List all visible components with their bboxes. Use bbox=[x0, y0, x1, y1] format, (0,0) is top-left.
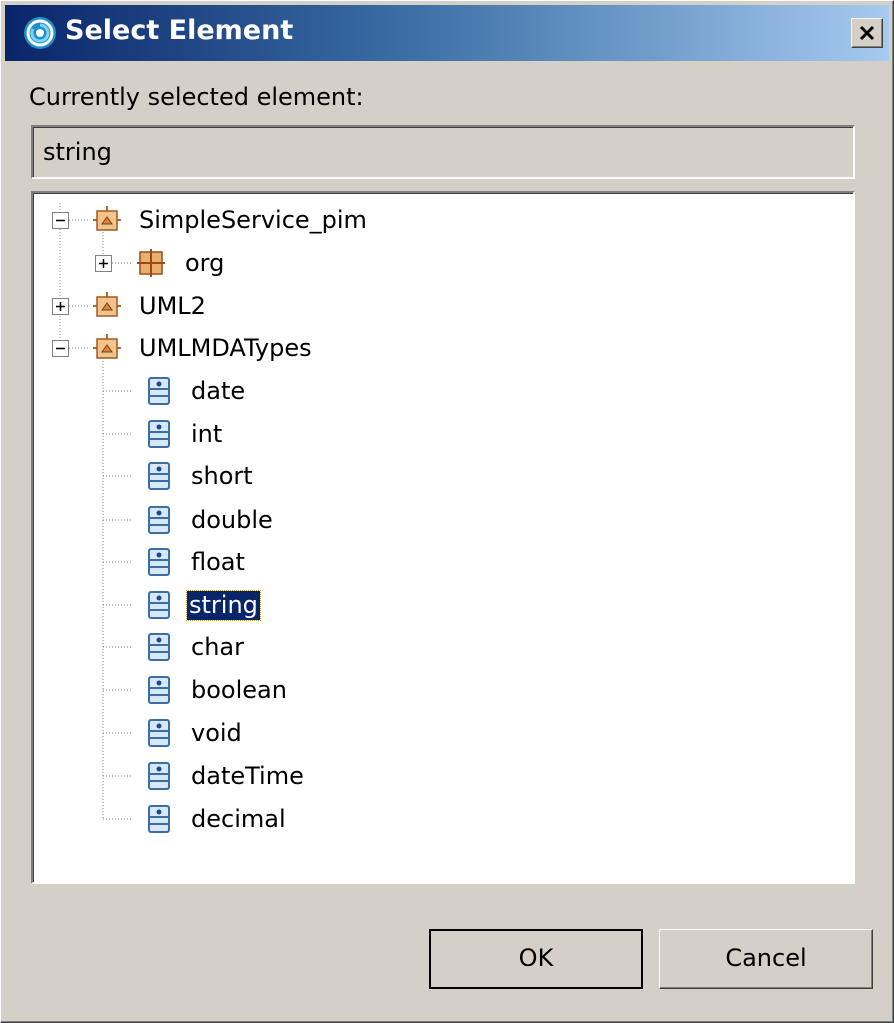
tree-node-decimal[interactable]: decimal bbox=[33, 800, 333, 840]
model-package-icon bbox=[93, 334, 121, 359]
tree-node-label: date bbox=[191, 377, 246, 405]
close-icon bbox=[859, 25, 875, 41]
window-title: Select Element bbox=[65, 15, 294, 46]
current-selection-field: string bbox=[31, 125, 855, 179]
expand-toggle-icon[interactable] bbox=[95, 255, 112, 272]
model-package-icon bbox=[93, 292, 121, 317]
tree-node-label: UMLMDATypes bbox=[139, 334, 312, 362]
primitive-type-icon bbox=[148, 676, 170, 704]
tree-node-short[interactable]: short bbox=[33, 457, 333, 497]
ok-button[interactable]: OK bbox=[429, 929, 643, 989]
tree-node-int[interactable]: int bbox=[33, 415, 333, 455]
tree-node-double[interactable]: double bbox=[33, 501, 333, 541]
tree-node-org[interactable]: org bbox=[33, 244, 333, 284]
tree-node-simpleservice-pim[interactable]: SimpleService_pim bbox=[33, 201, 433, 241]
tree-node-umlmdatypes[interactable]: UMLMDATypes bbox=[33, 329, 433, 369]
tree-node-datetime[interactable]: dateTime bbox=[33, 757, 333, 797]
eclipse-spiral-icon bbox=[24, 17, 56, 49]
tree-node-string[interactable]: string bbox=[33, 586, 333, 626]
tree-node-label-selected: string bbox=[186, 590, 261, 621]
tree-node-boolean[interactable]: boolean bbox=[33, 671, 333, 711]
primitive-type-icon bbox=[148, 548, 170, 576]
tree-node-label: dateTime bbox=[191, 762, 304, 790]
tree-node-char[interactable]: char bbox=[33, 628, 333, 668]
model-package-icon bbox=[93, 206, 121, 231]
collapse-toggle-icon[interactable] bbox=[52, 212, 69, 229]
title-bar[interactable]: Select Element bbox=[5, 5, 889, 61]
tree-node-date[interactable]: date bbox=[33, 372, 333, 412]
expand-toggle-icon[interactable] bbox=[52, 298, 69, 315]
tree-node-label: int bbox=[191, 420, 223, 448]
tree-node-label: char bbox=[191, 633, 244, 661]
tree-node-void[interactable]: void bbox=[33, 714, 333, 754]
primitive-type-icon bbox=[148, 506, 170, 534]
select-element-dialog: Select Element Currently selected elemen… bbox=[0, 0, 894, 1023]
close-button[interactable] bbox=[851, 18, 883, 48]
tree-node-label: org bbox=[185, 249, 225, 277]
collapse-toggle-icon[interactable] bbox=[52, 340, 69, 357]
tree-node-label: float bbox=[191, 548, 245, 576]
primitive-type-icon bbox=[148, 805, 170, 833]
element-tree[interactable]: SimpleService_pim org UML2 UMLMDATypes d… bbox=[31, 191, 855, 884]
package-icon bbox=[137, 249, 165, 277]
tree-node-label: decimal bbox=[191, 805, 286, 833]
primitive-type-icon bbox=[148, 591, 170, 619]
primitive-type-icon bbox=[148, 633, 170, 661]
tree-node-label: boolean bbox=[191, 676, 287, 704]
primitive-type-icon bbox=[148, 762, 170, 790]
tree-node-uml2[interactable]: UML2 bbox=[33, 287, 333, 327]
tree-node-label: SimpleService_pim bbox=[139, 206, 367, 234]
current-selection-label: Currently selected element: bbox=[29, 83, 364, 111]
primitive-type-icon bbox=[148, 377, 170, 405]
tree-node-label: short bbox=[191, 462, 253, 490]
tree-node-float[interactable]: float bbox=[33, 543, 333, 583]
tree-node-label: UML2 bbox=[139, 292, 206, 320]
primitive-type-icon bbox=[148, 420, 170, 448]
primitive-type-icon bbox=[148, 719, 170, 747]
tree-node-label: double bbox=[191, 506, 273, 534]
primitive-type-icon bbox=[148, 462, 170, 490]
cancel-button[interactable]: Cancel bbox=[659, 929, 873, 989]
tree-node-label: void bbox=[191, 719, 242, 747]
